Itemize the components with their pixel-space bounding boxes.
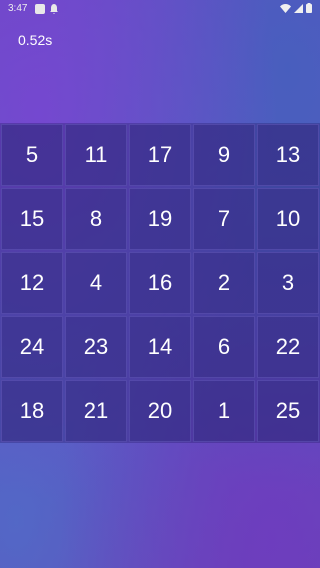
- puzzle-tile[interactable]: 1: [193, 380, 255, 442]
- puzzle-board: 5 11 17 9 13 15 8 19 7 10 12 4 16 2 3 24 23 14 6 22 18 21 20 1 2…: [0, 123, 320, 443]
- battery-icon: [306, 3, 312, 16]
- puzzle-tile[interactable]: 13: [257, 124, 319, 186]
- puzzle-tile[interactable]: 23: [65, 316, 127, 378]
- puzzle-tile[interactable]: 8: [65, 188, 127, 250]
- status-bar: 3:47: [0, 0, 320, 20]
- puzzle-tile[interactable]: 7: [193, 188, 255, 250]
- puzzle-tile[interactable]: 10: [257, 188, 319, 250]
- puzzle-tile[interactable]: 9: [193, 124, 255, 186]
- puzzle-tile[interactable]: 15: [1, 188, 63, 250]
- puzzle-tile[interactable]: 21: [65, 380, 127, 442]
- puzzle-tile[interactable]: 18: [1, 380, 63, 442]
- notification-icon: [50, 4, 58, 14]
- puzzle-tile[interactable]: 25: [257, 380, 319, 442]
- signal-icon: [294, 3, 303, 16]
- status-time: 3:47: [8, 3, 28, 14]
- puzzle-tile[interactable]: 20: [129, 380, 191, 442]
- puzzle-tile[interactable]: 4: [65, 252, 127, 314]
- puzzle-tile[interactable]: 11: [65, 124, 127, 186]
- puzzle-tile[interactable]: 17: [129, 124, 191, 186]
- puzzle-tile[interactable]: 24: [1, 316, 63, 378]
- puzzle-tile[interactable]: 14: [129, 316, 191, 378]
- status-right-icons: [280, 3, 312, 16]
- puzzle-tile[interactable]: 16: [129, 252, 191, 314]
- puzzle-tile[interactable]: 19: [129, 188, 191, 250]
- timer-display: 0.52s: [18, 32, 53, 48]
- puzzle-tile[interactable]: 5: [1, 124, 63, 186]
- puzzle-tile[interactable]: 12: [1, 252, 63, 314]
- puzzle-tile[interactable]: 22: [257, 316, 319, 378]
- puzzle-tile[interactable]: 6: [193, 316, 255, 378]
- app-icon: [35, 4, 45, 14]
- puzzle-tile[interactable]: 3: [257, 252, 319, 314]
- puzzle-tile[interactable]: 2: [193, 252, 255, 314]
- wifi-icon: [280, 3, 291, 16]
